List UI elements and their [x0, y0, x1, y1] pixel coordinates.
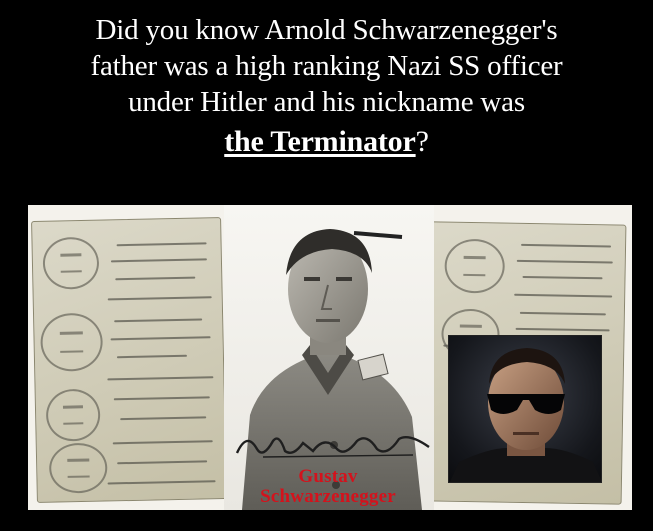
caption-line-1: Did you know Arnold Schwarzenegger's — [95, 14, 558, 46]
terminator-inset-photo — [448, 335, 602, 483]
portrait-photo — [224, 205, 434, 510]
caption-emphasis: the Terminator — [224, 125, 416, 158]
caption: Did you know Arnold Schwarzenegger's fat… — [0, 12, 653, 164]
eagle-stamp-icon — [48, 442, 108, 494]
first-name-label: Gustav — [298, 466, 358, 487]
caption-line-3: under Hitler and his nickname was — [128, 86, 525, 118]
caption-line-4: the Terminator? — [0, 120, 653, 164]
uniformed-man-figure — [242, 229, 422, 510]
last-name-label: Schwarzenegger — [260, 486, 396, 507]
eagle-stamp-icon — [444, 238, 506, 294]
passport-page-left — [31, 217, 227, 503]
signature — [235, 436, 430, 458]
caption-question-mark: ? — [415, 125, 429, 158]
meme-image: Did you know Arnold Schwarzenegger's fat… — [0, 0, 653, 531]
photo-name-label: Gustav Schwarzenegger — [233, 467, 423, 507]
eagle-stamp-icon — [42, 236, 100, 290]
eagle-stamp-icon — [45, 388, 101, 442]
caption-line-2: father was a high ranking Nazi SS office… — [90, 50, 563, 82]
eagle-stamp-icon — [40, 312, 104, 372]
man-in-sunglasses-figure — [449, 348, 601, 482]
